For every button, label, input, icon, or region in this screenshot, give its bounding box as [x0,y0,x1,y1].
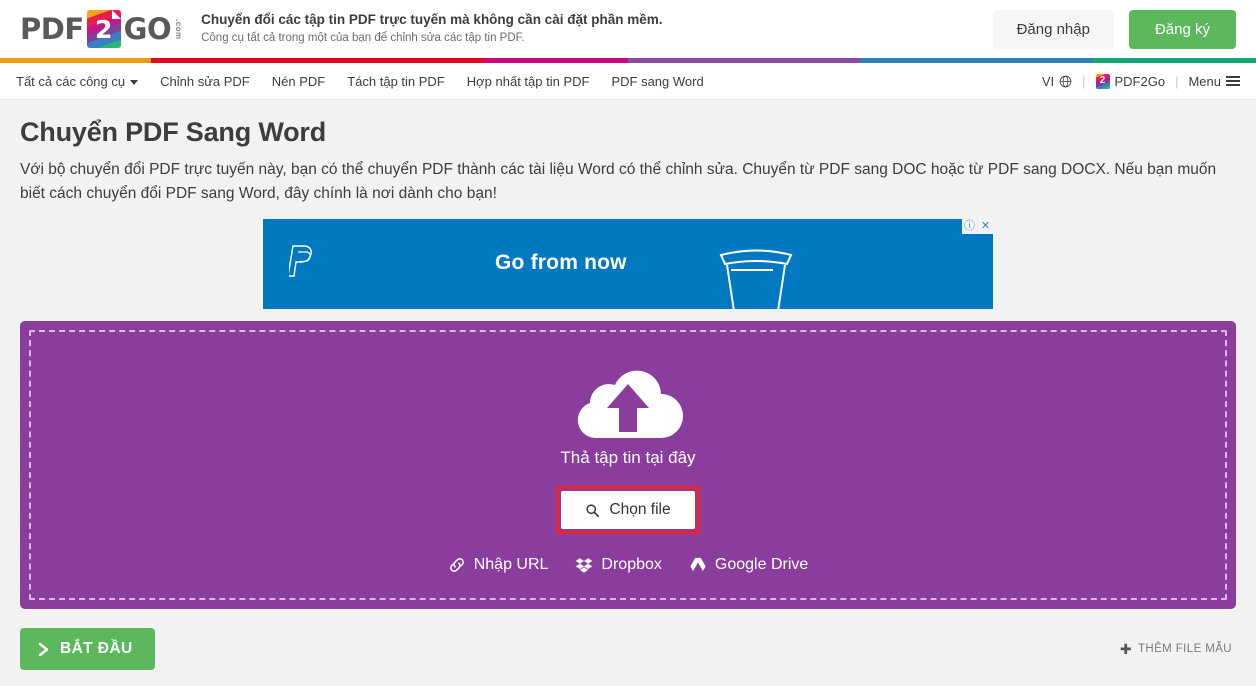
pdf2go-mini-logo-icon: 2 [1095,73,1110,89]
site-header: PDF 2 GO .com Chuyển đổi các tập tin PDF… [0,0,1256,58]
source-label: Nhập URL [473,556,549,574]
cup-icon [719,249,793,310]
site-logo[interactable]: PDF 2 GO .com [20,10,183,48]
nav-item-1[interactable]: Tất cả các công cụ [16,73,139,89]
google-drive-icon [690,557,706,572]
nav-item-4[interactable]: Tách tập tin PDF [347,74,445,89]
nav-item-label: Hợp nhất tập tin PDF [466,73,590,89]
source-google-drive[interactable]: Google Drive [689,556,808,574]
stripe-segment-2 [150,58,484,63]
nav-item-label: Tách tập tin PDF [347,73,445,89]
chevron-right-icon [38,642,49,656]
start-button-label: BẮT ĐẦU [60,640,133,658]
nav-item-label: Chỉnh sửa PDF [160,73,250,89]
file-dropzone[interactable]: Thả tập tin tại đây Chọn file Nhập URL Dr… [20,321,1236,610]
advertisement-banner[interactable]: Go from now ⓘ ✕ [263,219,993,310]
main-content: Chuyển PDF Sang Word Với bộ chuyển đổi P… [0,117,1256,686]
logo-text-pdf: PDF [20,11,84,46]
nav-separator-2: | [1175,73,1179,89]
main-navigation: Tất cả các công cụ Chỉnh sửa PDF Nén PDF Tá… [0,63,1256,100]
nav-items: Tất cả các công cụ Chỉnh sửa PDF Nén PDF Tá… [16,74,704,89]
search-icon [586,504,600,517]
menu-toggle[interactable]: Menu [1188,74,1240,89]
signup-button[interactable]: Đăng ký [1128,9,1236,49]
nav-item-label: Tất cả các công cụ [16,73,126,89]
source-label: Google Drive [714,556,809,574]
advertisement-zone: Go from now ⓘ ✕ [20,219,1236,310]
header-tagline: Chuyển đổi các tập tin PDF trực tuyến mà… [201,11,662,47]
nav-item-label: Nén PDF [271,73,326,89]
account-menu[interactable]: 2 PDF2Go [1095,73,1166,89]
footer-actions: BẮT ĐẦU ✚ THÊM FILE MẪU [20,628,1236,686]
brand-color-stripe [0,58,1256,63]
menu-label: Menu [1188,73,1221,89]
globe-icon [1059,75,1072,87]
ad-headline: Go from now [495,251,627,275]
source-nh-p-url[interactable]: Nhập URL [448,556,549,574]
logo-badge-square: 2 [86,10,121,48]
add-sample-file-label: THÊM FILE MẪU [1137,643,1232,656]
tagline-sub: Công cụ tất cả trong một của bạn để chỉn… [201,32,525,45]
header-actions: Đăng nhập Đăng ký [992,9,1236,49]
stripe-segment-6 [1092,58,1256,63]
nav-item-6[interactable]: PDF sang Word [611,74,703,89]
nav-item-5[interactable]: Hợp nhất tập tin PDF [467,74,590,89]
source-label: Dropbox [601,556,662,574]
start-button[interactable]: BẮT ĐẦU [20,628,155,671]
ad-close-icon[interactable]: ✕ [978,219,993,235]
stripe-segment-5 [860,58,1093,63]
alternate-sources: Nhập URL Dropbox Google Drive [448,556,808,574]
cloud-upload-icon [577,370,683,439]
plus-icon: ✚ [1119,641,1132,658]
stripe-segment-3 [483,58,628,63]
logo-text-go: GO [123,11,172,46]
file-dropzone-inner[interactable]: Thả tập tin tại đây Chọn file Nhập URL Dr… [29,330,1227,601]
ad-controls: ⓘ ✕ [962,219,993,235]
dropbox-icon [576,558,593,573]
stripe-segment-4 [627,58,861,63]
choose-file-highlight: Chọn file [556,486,700,535]
ad-info-icon[interactable]: ⓘ [962,219,977,235]
page-title: Chuyển PDF Sang Word [20,117,327,147]
chevron-down-icon [130,79,139,85]
language-label: VI [1041,73,1055,89]
nav-utility: VI | 2 PDF2Go | Menu [1042,73,1240,89]
dropzone-label: Thả tập tin tại đây [560,448,696,468]
nav-item-label: PDF sang Word [611,73,704,89]
choose-file-label: Chọn file [609,501,671,519]
logo-badge-number: 2 [94,14,113,44]
hamburger-icon [1226,76,1240,86]
login-button[interactable]: Đăng nhập [992,9,1114,49]
account-label: PDF2Go [1114,73,1166,89]
paypal-icon [289,245,312,277]
nav-separator-1: | [1082,73,1086,89]
page-description: Với bộ chuyển đổi PDF trực tuyến này, bạ… [20,161,1217,202]
language-selector[interactable]: VI [1042,74,1072,89]
add-sample-file-button[interactable]: ✚ THÊM FILE MẪU [1116,636,1236,662]
tagline-main: Chuyển đổi các tập tin PDF trực tuyến mà… [201,12,663,28]
nav-item-3[interactable]: Nén PDF [272,74,325,89]
stripe-segment-1 [0,58,151,63]
choose-file-button[interactable]: Chọn file [561,491,695,530]
link-icon [449,558,464,572]
logo-text-com: .com [174,18,184,40]
source-dropbox[interactable]: Dropbox [575,556,662,574]
nav-item-2[interactable]: Chỉnh sửa PDF [160,74,250,89]
